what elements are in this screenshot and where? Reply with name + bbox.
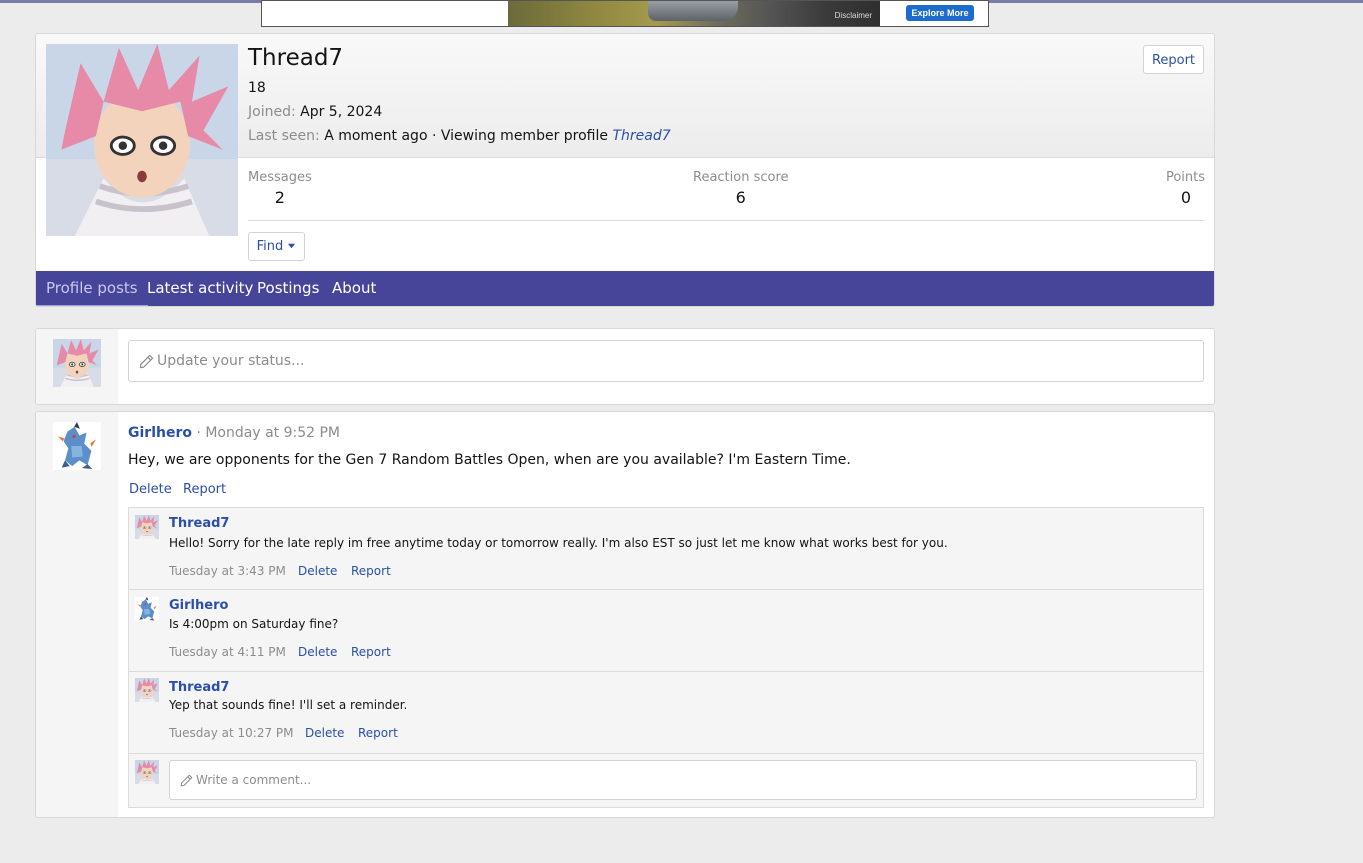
tab-postings[interactable]: Postings [257,271,319,306]
ad-tab-marker [326,1,402,3]
profile-username: Thread7 [248,45,344,71]
post-time[interactable]: Monday at 9:52 PM [205,425,340,441]
ad-explore-button[interactable]: Explore More [906,5,974,21]
tab-profile-posts[interactable]: Profile posts [36,271,148,306]
comment-author[interactable]: Thread7 [169,680,229,695]
profile-stats: Messages 2 Reaction score 6 Points 0 [248,170,1205,221]
comment-delete-link[interactable]: Delete [298,564,337,578]
ad-car-shape [648,1,738,21]
comment-author[interactable]: Thread7 [169,516,229,531]
tab-latest-activity[interactable]: Latest activity [147,271,253,306]
profile-avatar[interactable] [46,44,238,236]
post-author-name[interactable]: Girlhero [128,425,192,441]
stat-label: Points [1165,170,1205,185]
post-delete-link[interactable]: Delete [129,482,172,497]
comment-time[interactable]: Tuesday at 10:27 PM [169,726,294,740]
stat-label: Reaction score [693,170,789,185]
find-dropdown-button[interactable]: Find [248,232,305,261]
comment-composer-avatar[interactable] [135,760,159,784]
tab-about[interactable]: About [332,271,376,306]
post-header: Girlhero · Monday at 9:52 PM [128,425,340,441]
status-input[interactable]: Update your status... [128,340,1204,382]
write-comment-input[interactable]: Write a comment... [169,760,1197,800]
profile-custom-title: 18 [248,80,266,96]
stat-value[interactable]: 6 [693,188,789,207]
last-seen-value: A moment ago · Viewing member profile [324,128,609,144]
status-placeholder: Update your status... [157,353,305,369]
post-author-avatar[interactable] [53,422,101,470]
comment-avatar[interactable] [135,515,159,539]
comment-item: Thread7 Hello! Sorry for the late reply … [129,508,1203,590]
comment-time[interactable]: Tuesday at 4:11 PM [169,645,286,659]
profile-card: Thread7 18 Joined: Apr 5, 2024 Last seen… [35,33,1215,307]
comments-list: Thread7 Hello! Sorry for the late reply … [128,507,1204,808]
post-report-link[interactable]: Report [183,482,226,497]
comment-avatar[interactable] [135,597,159,621]
status-update-card: Update your status... [35,328,1215,405]
comment-placeholder: Write a comment... [196,773,312,787]
comment-time[interactable]: Tuesday at 3:43 PM [169,564,286,578]
joined-line: Joined: Apr 5, 2024 [248,104,382,120]
stat-value[interactable]: 0 [1166,188,1191,207]
last-seen-label: Last seen: [248,128,320,144]
comment-delete-link[interactable]: Delete [305,726,344,740]
post-gutter [36,412,118,817]
post-body: Hey, we are opponents for the Gen 7 Rand… [128,452,851,468]
ad-banner[interactable]: Disclaimer Explore More [261,0,989,27]
comment-avatar[interactable] [135,678,159,702]
joined-value: Apr 5, 2024 [300,104,383,120]
pencil-icon [139,354,154,369]
stat-points: Points 0 [1166,170,1205,207]
stat-value[interactable]: 2 [248,188,312,207]
comment-text: Hello! Sorry for the late reply im free … [169,536,948,550]
stat-label: Messages [248,170,312,185]
find-label: Find [256,239,284,254]
comment-report-link[interactable]: Report [351,645,391,659]
last-seen-link[interactable]: Thread7 [612,128,670,144]
ad-disclaimer[interactable]: Disclaimer [835,11,872,20]
comment-text: Yep that sounds fine! I'll set a reminde… [169,698,408,712]
last-seen-line: Last seen: A moment ago · Viewing member… [248,128,671,144]
current-user-avatar[interactable] [53,339,101,387]
comment-item: Girlhero Is 4:00pm on Saturday fine? Tue… [129,590,1203,672]
comment-author[interactable]: Girlhero [169,598,228,613]
comment-delete-link[interactable]: Delete [298,645,337,659]
joined-label: Joined: [248,104,296,120]
profile-tabs: Profile posts Latest activity Postings A… [36,271,1214,306]
comment-report-link[interactable]: Report [351,564,391,578]
stat-reaction-score: Reaction score 6 [693,170,789,207]
profile-post: Girlhero · Monday at 9:52 PM Hey, we are… [35,411,1215,818]
caret-down-icon [288,243,296,249]
comment-report-link[interactable]: Report [358,726,398,740]
comment-item: Thread7 Yep that sounds fine! I'll set a… [129,672,1203,754]
pencil-icon [180,774,193,787]
stat-messages: Messages 2 [248,170,312,207]
ad-image[interactable]: Disclaimer [508,1,880,26]
profile-report-button[interactable]: Report [1143,45,1204,74]
comment-text: Is 4:00pm on Saturday fine? [169,617,339,631]
